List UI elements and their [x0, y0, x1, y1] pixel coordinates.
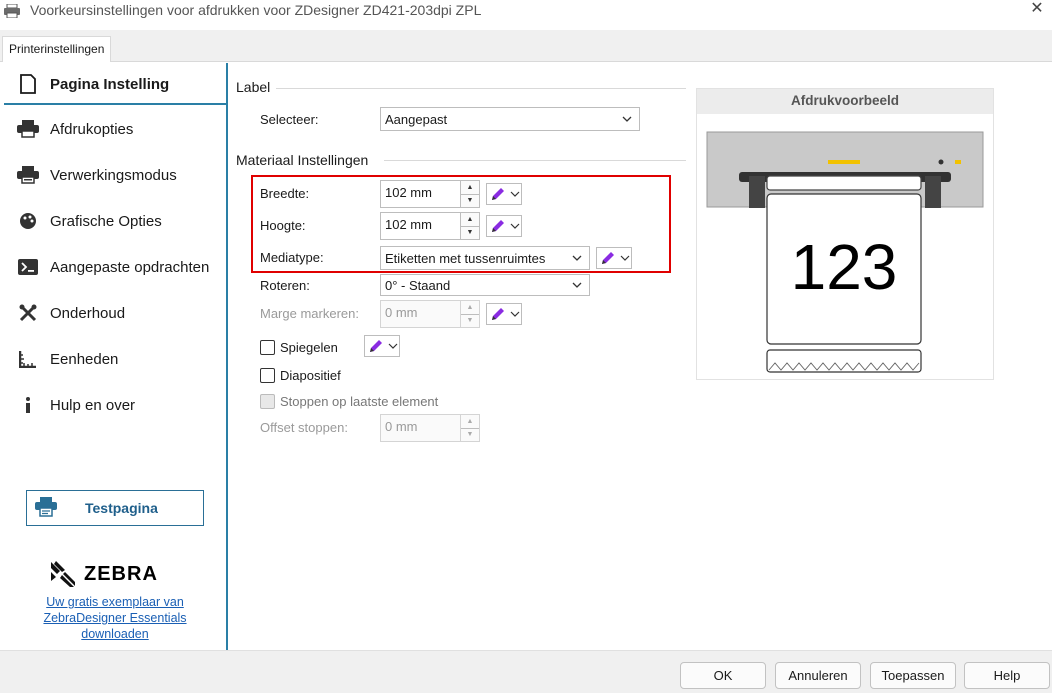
ruler-icon [16, 347, 40, 371]
divider [384, 160, 686, 161]
info-icon [16, 393, 40, 417]
margin-stepper: 0 mm ▲ ▼ [380, 300, 480, 328]
margin-label: Marge markeren: [260, 306, 359, 321]
zebra-head-icon [51, 561, 75, 587]
preview-sample-text: 123 [791, 231, 898, 303]
sidebar-item-page-setup[interactable]: Pagina Instelling [4, 65, 228, 105]
label-select-dropdown[interactable]: Aangepast [380, 107, 640, 131]
offset-stepper: 0 mm ▲ ▼ [380, 414, 480, 442]
palette-icon [16, 209, 40, 233]
printer-app-icon [4, 3, 20, 19]
sidebar-item-label: Eenheden [50, 350, 119, 368]
rotate-dropdown[interactable]: 0° - Staand [380, 274, 590, 296]
highlight-box [251, 175, 671, 273]
mirror-label: Spiegelen [280, 340, 338, 355]
tab-printer-settings[interactable]: Printerinstellingen [2, 36, 112, 63]
spin-down-icon: ▼ [461, 428, 479, 441]
sidebar-item-print-options[interactable]: Afdrukopties [4, 109, 228, 149]
sidebar-item-maintenance[interactable]: Onderhoud [4, 293, 228, 333]
divider [276, 88, 686, 89]
test-page-label: Testpagina [85, 500, 158, 516]
label-section-heading: Label [236, 79, 271, 95]
chevron-down-icon [622, 116, 632, 122]
sidebar-item-graphic-options[interactable]: Grafische Opties [4, 201, 228, 241]
printer-icon [16, 117, 40, 141]
sidebar-item-units[interactable]: Eenheden [4, 339, 228, 379]
cancel-button[interactable]: Annuleren [775, 662, 861, 689]
tools-icon [16, 301, 40, 325]
print-preview-heading: Afdrukvoorbeeld [697, 89, 993, 114]
tab-strip [0, 30, 1052, 62]
download-promo-link[interactable]: Uw gratis exemplaar van ZebraDesigner Es… [20, 594, 210, 642]
test-page-button[interactable]: Testpagina [26, 490, 204, 526]
pen-icon [492, 308, 504, 320]
zebra-brand-text: ZEBRA [84, 562, 158, 585]
spin-up-icon: ▲ [461, 415, 479, 429]
stop-last-label: Stoppen op laatste element [280, 394, 439, 409]
chevron-down-icon [510, 311, 520, 317]
page-setup-icon [16, 72, 40, 96]
sidebar-item-processing-mode[interactable]: Verwerkingsmodus [4, 155, 228, 195]
chevron-down-icon [572, 282, 582, 288]
label-select-value: Aangepast [385, 111, 448, 127]
pen-icon [370, 340, 382, 352]
negative-label: Diapositief [280, 368, 341, 383]
offset-label: Offset stoppen: [260, 420, 348, 435]
sidebar-item-help-about[interactable]: Hulp en over [4, 385, 228, 425]
offset-input: 0 mm [380, 414, 460, 442]
chevron-down-icon [388, 343, 398, 349]
printer-mode-icon [16, 163, 40, 187]
terminal-icon [16, 255, 40, 279]
stop-last-checkbox [260, 394, 275, 409]
sidebar-item-label: Hulp en over [50, 396, 136, 414]
zebra-logo: ZEBRA [48, 556, 158, 592]
close-button[interactable]: ✕ [1022, 0, 1052, 20]
test-print-icon [35, 497, 57, 519]
sidebar-item-label: Afdrukopties [50, 120, 134, 138]
select-label: Selecteer: [260, 112, 319, 127]
sidebar-item-custom-commands[interactable]: Aangepaste opdrachten [4, 247, 228, 287]
apply-button[interactable]: Toepassen [870, 662, 956, 689]
ok-button[interactable]: OK [680, 662, 766, 689]
help-button[interactable]: Help [964, 662, 1050, 689]
window-title: Voorkeursinstellingen voor afdrukken voo… [30, 2, 482, 18]
margin-input: 0 mm [380, 300, 460, 328]
rotate-value: 0° - Staand [385, 277, 451, 293]
mirror-checkbox[interactable] [260, 340, 275, 355]
label-printer-illustration: 123 [706, 131, 984, 373]
spin-down-icon: ▼ [461, 314, 479, 327]
spin-up-icon: ▲ [461, 301, 479, 315]
margin-pen-dropdown[interactable] [486, 303, 522, 325]
sidebar-item-label: Pagina Instelling [50, 75, 170, 93]
sidebar-item-label: Onderhoud [50, 304, 126, 322]
rotate-label: Roteren: [260, 278, 310, 293]
sidebar-item-label: Grafische Opties [50, 212, 162, 230]
sidebar-item-label: Aangepaste opdrachten [50, 258, 210, 276]
sidebar-item-label: Verwerkingsmodus [50, 166, 177, 184]
negative-checkbox[interactable] [260, 368, 275, 383]
material-section-heading: Materiaal Instellingen [236, 152, 369, 168]
mirror-pen-dropdown[interactable] [364, 335, 400, 357]
